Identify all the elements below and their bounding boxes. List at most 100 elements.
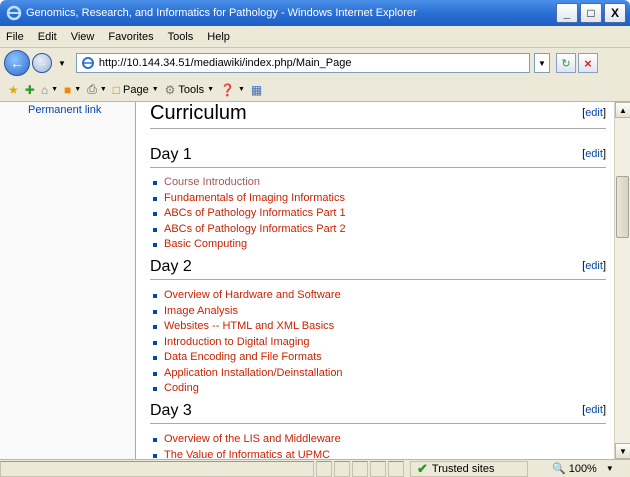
status-cell: [334, 460, 350, 477]
page-menu-button[interactable]: □ Page ▼: [113, 83, 159, 97]
list-item[interactable]: Introduction to Digital Imaging: [150, 335, 343, 351]
forward-button[interactable]: →: [32, 53, 52, 73]
print-dropdown-icon[interactable]: ▼: [100, 86, 107, 93]
day1-heading: Day 1 [edit]: [150, 146, 606, 168]
feeds-button[interactable]: ■ ▼: [64, 83, 81, 97]
zoom-dropdown-icon[interactable]: ▼: [606, 464, 614, 473]
home-dropdown-icon[interactable]: ▼: [51, 86, 58, 93]
home-icon: ⌂: [40, 82, 49, 97]
status-cell: [352, 460, 368, 477]
list-item[interactable]: The Value of Informatics at UPMC: [150, 448, 341, 459]
scroll-up-icon[interactable]: ▲: [615, 102, 630, 118]
list-item[interactable]: ABCs of Pathology Informatics Part 2: [150, 222, 346, 238]
list-item[interactable]: Application Installation/Deinstallation: [150, 366, 343, 382]
permanent-link[interactable]: Permanent link: [28, 104, 101, 116]
main-article: Curriculum [edit] Day 1 [edit] Course In…: [146, 102, 610, 459]
security-zone[interactable]: ✔ Trusted sites: [410, 460, 528, 477]
status-bar: ✔ Trusted sites 🔍 100% ▼: [0, 459, 630, 477]
back-button[interactable]: ←: [4, 50, 30, 76]
printer-icon: ⎙: [87, 82, 97, 96]
scroll-down-icon[interactable]: ▼: [615, 443, 630, 459]
day3-heading: Day 3 [edit]: [150, 402, 606, 424]
maximize-button[interactable]: □: [580, 3, 602, 23]
vertical-scrollbar[interactable]: ▲ ▼: [614, 102, 630, 459]
menu-file[interactable]: File: [6, 31, 24, 43]
page-menu-icon: □: [112, 82, 120, 97]
tools-dropdown-icon: ▼: [207, 86, 215, 93]
zoom-level: 100%: [568, 462, 597, 475]
print-button[interactable]: ⎙ ▼: [87, 82, 107, 97]
list-item[interactable]: Basic Computing: [150, 237, 346, 253]
window-titlebar: Genomics, Research, and Informatics for …: [0, 0, 630, 26]
home-button[interactable]: ⌂ ▼: [41, 83, 58, 97]
zone-label: Trusted sites: [431, 462, 495, 475]
edit-link[interactable]: edit: [585, 107, 603, 119]
research-icon[interactable]: ▦: [251, 83, 262, 97]
status-cell: [316, 460, 332, 477]
list-item[interactable]: Data Encoding and File Formats: [150, 350, 343, 366]
minimize-button[interactable]: _: [556, 3, 578, 23]
curriculum-heading: Curriculum [edit]: [150, 102, 606, 129]
favorites-star-icon[interactable]: ★: [8, 83, 19, 97]
list-item[interactable]: Fundamentals of Imaging Informatics: [150, 191, 346, 207]
checkmark-icon: ✔: [417, 460, 428, 476]
page-content: Permanent link Curriculum [edit] Day 1 […: [0, 102, 630, 459]
scroll-thumb[interactable]: [616, 176, 629, 238]
edit-link[interactable]: edit: [585, 404, 603, 416]
url-field[interactable]: http://10.144.34.51/mediawiki/index.php/…: [75, 53, 530, 73]
page-heading: Curriculum: [150, 102, 247, 124]
edit-day2-link: [edit]: [582, 260, 606, 272]
menu-tools[interactable]: Tools: [168, 31, 194, 43]
menu-bar: File Edit View Favorites Tools Help: [0, 26, 630, 48]
menu-favorites[interactable]: Favorites: [108, 31, 153, 43]
stop-icon[interactable]: ×: [577, 53, 598, 73]
zoom-control[interactable]: 🔍 100% ▼: [552, 462, 614, 476]
edit-day3-link: [edit]: [582, 404, 606, 416]
help-icon: ❓: [220, 82, 235, 97]
page-dropdown-icon: ▼: [151, 86, 159, 93]
history-dropdown-icon[interactable]: ▼: [58, 59, 66, 68]
list-item[interactable]: Overview of the LIS and Middleware: [150, 432, 341, 448]
help-button[interactable]: ❓ ▼: [220, 83, 245, 97]
menu-help[interactable]: Help: [207, 31, 230, 43]
day3-list: Overview of the LIS and Middleware The V…: [150, 432, 341, 459]
list-item[interactable]: Course Introduction: [150, 175, 346, 191]
section-title: Day 2: [150, 258, 192, 275]
zoom-icon: 🔍: [552, 463, 566, 475]
close-button[interactable]: X: [604, 3, 626, 23]
list-item[interactable]: Image Analysis: [150, 304, 343, 320]
help-dropdown-icon[interactable]: ▼: [238, 86, 245, 93]
add-favorites-icon[interactable]: ✚: [25, 83, 35, 97]
status-cell: [388, 460, 404, 477]
day1-list: Course Introduction Fundamentals of Imag…: [150, 175, 346, 253]
status-text-area: [0, 460, 314, 477]
rss-feed-icon: ■: [64, 82, 72, 97]
day2-heading: Day 2 [edit]: [150, 258, 606, 280]
menu-view[interactable]: View: [71, 31, 95, 43]
edit-link[interactable]: edit: [585, 148, 603, 160]
list-item[interactable]: ABCs of Pathology Informatics Part 1: [150, 206, 346, 222]
url-dropdown-icon[interactable]: ▼: [533, 53, 550, 73]
list-item[interactable]: Coding: [150, 381, 343, 397]
command-toolbar: ★ ✚ ⌂ ▼ ■ ▼ ⎙ ▼ □ Page ▼ ⚙ Tools ▼ ❓ ▼ ▦: [0, 78, 630, 102]
gear-icon: ⚙: [164, 82, 176, 97]
sidebar: Permanent link: [0, 102, 136, 459]
day2-list: Overview of Hardware and Software Image …: [150, 288, 343, 397]
menu-edit[interactable]: Edit: [38, 31, 57, 43]
tools-menu-button[interactable]: ⚙ Tools ▼: [165, 83, 214, 97]
section-title: Day 3: [150, 402, 192, 419]
window-title: Genomics, Research, and Informatics for …: [26, 7, 417, 19]
address-bar: ← → ▼ http://10.144.34.51/mediawiki/inde…: [0, 48, 630, 78]
feeds-dropdown-icon[interactable]: ▼: [74, 86, 81, 93]
list-item[interactable]: Overview of Hardware and Software: [150, 288, 343, 304]
status-cell: [370, 460, 386, 477]
ie-logo-icon: [6, 5, 22, 21]
refresh-icon[interactable]: ↻: [555, 53, 576, 73]
list-item[interactable]: Websites -- HTML and XML Basics: [150, 319, 343, 335]
edit-curriculum-link: [edit]: [582, 107, 606, 119]
tools-menu-label: Tools: [178, 83, 205, 96]
url-text: http://10.144.34.51/mediawiki/index.php/…: [98, 57, 352, 69]
edit-day1-link: [edit]: [582, 148, 606, 160]
page-icon: [81, 57, 94, 69]
edit-link[interactable]: edit: [585, 260, 603, 272]
